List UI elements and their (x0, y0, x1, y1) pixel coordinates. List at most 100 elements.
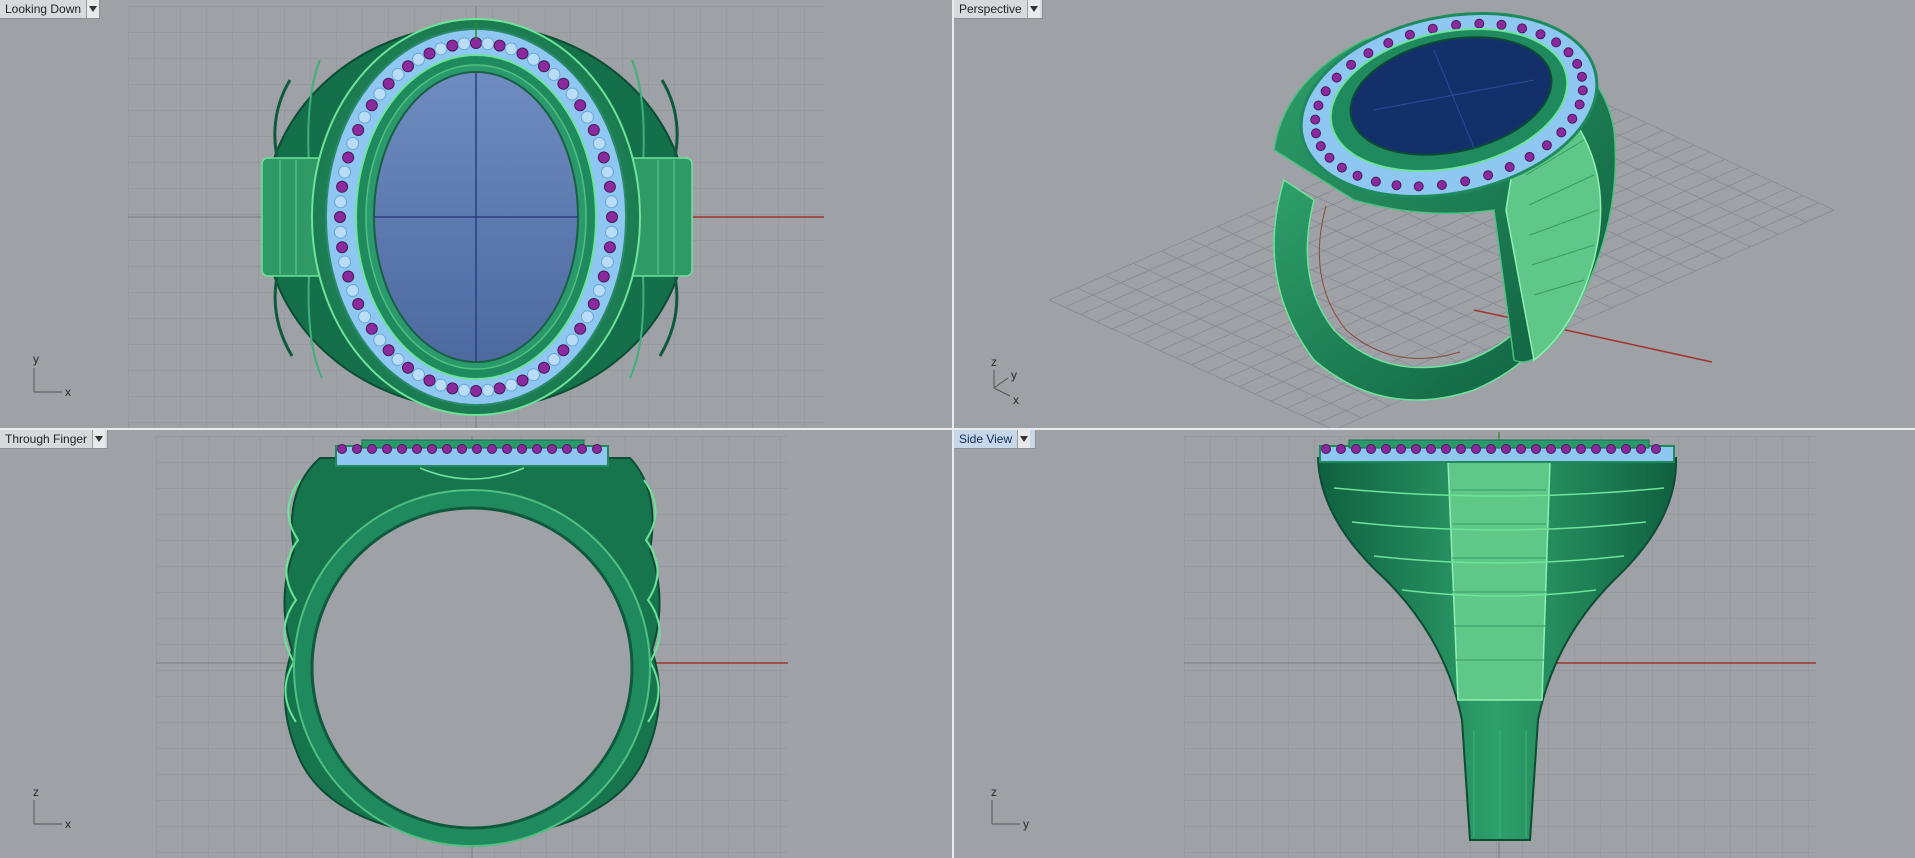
gem (367, 444, 377, 454)
gem (547, 444, 557, 454)
gem (1483, 170, 1494, 181)
gem (1591, 444, 1601, 454)
gem (606, 211, 618, 223)
gem (597, 270, 610, 283)
gem (577, 444, 587, 454)
gem (382, 444, 392, 454)
gem (472, 444, 482, 454)
chevron-down-icon[interactable] (92, 430, 106, 448)
gem (1574, 99, 1585, 110)
gem (538, 361, 550, 374)
looking-down-canvas[interactable]: y x (0, 0, 952, 428)
gem (334, 211, 346, 223)
gem (382, 77, 395, 90)
gem (562, 444, 572, 454)
gem (1411, 444, 1421, 454)
gem (1516, 444, 1526, 454)
gem (358, 110, 372, 124)
viewport-looking-down[interactable]: y x Looking Down (0, 0, 952, 428)
gem (338, 255, 352, 269)
ring-front-view[interactable] (156, 436, 788, 858)
gem (457, 37, 471, 51)
viewport-perspective[interactable]: z y x Perspective (954, 0, 1915, 428)
gem (352, 444, 362, 454)
gem (1313, 100, 1324, 111)
gem (1441, 444, 1451, 454)
viewport-title-looking-down[interactable]: Looking Down (0, 0, 100, 19)
gem (1315, 141, 1326, 152)
gem (1321, 444, 1331, 454)
gem (600, 165, 614, 179)
gem (605, 195, 618, 209)
gem (358, 310, 372, 324)
gem (1577, 85, 1588, 96)
gem (1496, 19, 1507, 30)
gem (342, 270, 355, 283)
gem (597, 151, 610, 164)
gem (342, 151, 355, 164)
gem (1366, 444, 1376, 454)
gem (391, 68, 405, 81)
gem (487, 444, 497, 454)
gem (502, 444, 512, 454)
gem (527, 368, 540, 382)
viewport-title-perspective[interactable]: Perspective (954, 0, 1043, 19)
through-finger-canvas[interactable]: z x (0, 430, 952, 858)
gem (1577, 71, 1587, 82)
gem (1460, 176, 1471, 187)
chevron-down-icon[interactable] (1017, 430, 1031, 448)
gem (457, 383, 471, 397)
gem (1346, 59, 1357, 70)
gem (365, 99, 378, 112)
gem (1436, 180, 1447, 190)
viewport-title-text: Looking Down (5, 2, 82, 16)
gem (1551, 37, 1562, 48)
gem (587, 124, 600, 136)
axis-label-z: z (991, 355, 997, 369)
gem (517, 444, 527, 454)
gem (337, 444, 347, 454)
chevron-down-icon[interactable] (86, 0, 99, 18)
perspective-canvas[interactable]: z y x (954, 0, 1915, 428)
gem (402, 361, 414, 374)
viewport-side-view[interactable]: z y Side View (954, 430, 1915, 858)
gem (346, 137, 360, 150)
viewport-title-through-finger[interactable]: Through Finger (0, 430, 108, 449)
gem (538, 60, 550, 73)
gem (1391, 180, 1402, 191)
gem (402, 60, 414, 73)
gem (1456, 444, 1466, 454)
gem (1621, 444, 1631, 454)
gem (334, 225, 347, 239)
gem (1556, 127, 1567, 138)
gem (1541, 140, 1552, 151)
gem (446, 39, 459, 52)
gem (1310, 114, 1321, 125)
gem (1636, 444, 1646, 454)
ring-perspective[interactable] (1273, 0, 1617, 401)
gem (1352, 170, 1363, 181)
viewport-splitter-horizontal[interactable] (0, 428, 1915, 430)
gem (427, 444, 437, 454)
gem (587, 298, 600, 310)
gem (373, 87, 387, 101)
axis-label-x: x (65, 817, 71, 831)
gem (605, 225, 618, 239)
chevron-down-icon[interactable] (1026, 0, 1040, 18)
gem (481, 37, 495, 51)
axis-label-x: x (65, 385, 71, 399)
gem (1524, 151, 1535, 162)
gem (382, 344, 395, 357)
gem (580, 310, 594, 324)
gem (592, 444, 602, 454)
gem (557, 344, 570, 357)
viewport-through-finger[interactable]: z x Through Finger (0, 430, 952, 858)
side-view-canvas[interactable]: z y (954, 430, 1915, 858)
gem (434, 378, 448, 392)
gem (1651, 444, 1661, 454)
viewport-title-side-view[interactable]: Side View (954, 430, 1036, 449)
gem (412, 368, 425, 382)
gem (481, 383, 495, 397)
axis-label-y: y (1011, 368, 1017, 382)
gem (1381, 444, 1391, 454)
